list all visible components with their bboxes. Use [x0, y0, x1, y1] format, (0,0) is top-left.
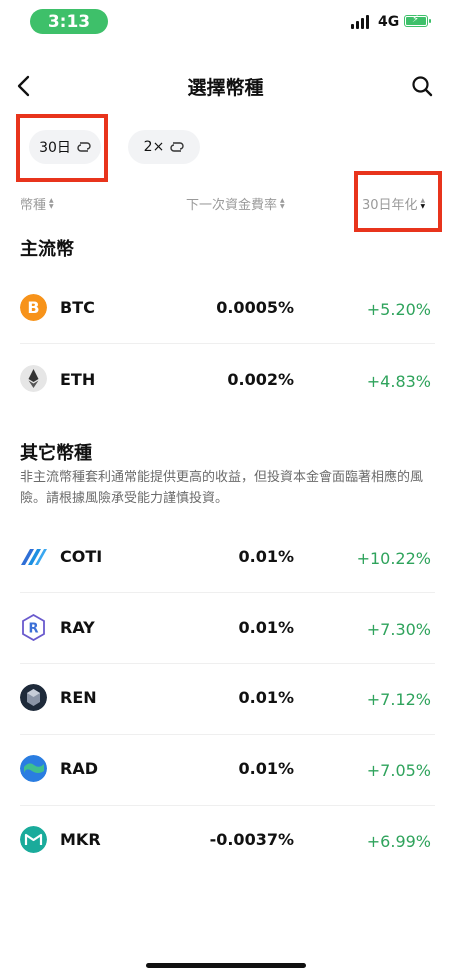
leverage-chip-label: 2× [143, 139, 165, 155]
page-title: 選擇幣種 [187, 77, 264, 99]
ren-icon [20, 684, 47, 711]
search-icon[interactable] [410, 74, 434, 98]
maker-icon [20, 826, 47, 853]
status-time: 3:13 [30, 9, 108, 34]
annualized-return: +5.20% [366, 300, 431, 319]
column-header-next-rate-label: 下一次資金費率 [186, 198, 278, 213]
leverage-chip[interactable]: 2× [128, 130, 200, 164]
coin-row-coti[interactable]: COTI 0.01% +10.22% [0, 521, 451, 592]
highlight-box-period [16, 114, 108, 182]
funding-rate: 0.01% [238, 688, 294, 707]
battery-icon: ⚡ [404, 14, 431, 27]
raydium-icon: R [22, 614, 45, 641]
svg-text:B: B [27, 298, 39, 317]
coin-symbol: RAY [60, 618, 95, 637]
risk-note: 非主流幣種套利通常能提供更高的收益，但投資本金會面臨著相應的風險。請根據風險承受… [20, 470, 424, 506]
column-header-coin[interactable]: 幣種 ▲ ▼ [20, 194, 54, 213]
coti-icon [21, 549, 47, 565]
column-header-coin-label: 幣種 [20, 198, 47, 213]
annualized-return: +6.99% [366, 832, 431, 851]
coin-symbol: COTI [60, 547, 103, 566]
section-title-main: 主流幣 [20, 239, 74, 260]
coin-symbol: REN [60, 688, 97, 707]
svg-text:R: R [28, 622, 38, 637]
radicle-icon [20, 755, 47, 782]
column-header-next-rate[interactable]: 下一次資金費率 ▲ ▼ [186, 194, 285, 213]
home-indicator[interactable] [146, 963, 306, 968]
ethereum-icon [20, 365, 47, 392]
loop-icon [170, 142, 184, 152]
annualized-return: +7.30% [366, 620, 431, 639]
coin-symbol: BTC [60, 298, 95, 317]
funding-rate: 0.01% [238, 759, 294, 778]
highlight-box-annualized [354, 171, 442, 232]
coin-row-ren[interactable]: REN 0.01% +7.12% [0, 663, 451, 734]
coin-row-mkr[interactable]: MKR -0.0037% +6.99% [0, 805, 451, 876]
annualized-return: +7.12% [366, 690, 431, 709]
annualized-return: +4.83% [366, 372, 431, 391]
coin-symbol: ETH [60, 370, 96, 389]
section-title-other: 其它幣種 [20, 443, 92, 464]
funding-rate: 0.01% [238, 618, 294, 637]
coin-row-eth[interactable]: ETH 0.002% +4.83% [0, 343, 451, 414]
coin-row-ray[interactable]: R RAY 0.01% +7.30% [0, 592, 451, 663]
sort-icon: ▲ ▼ [49, 196, 54, 210]
annualized-return: +7.05% [366, 761, 431, 780]
coin-row-btc[interactable]: B BTC 0.0005% +5.20% [0, 272, 451, 343]
funding-rate: 0.002% [227, 370, 294, 389]
sort-icon: ▲ ▼ [280, 196, 285, 210]
funding-rate: 0.01% [238, 547, 294, 566]
coin-row-rad[interactable]: RAD 0.01% +7.05% [0, 734, 451, 805]
signal-icon [351, 15, 369, 29]
coin-symbol: RAD [60, 759, 98, 778]
bitcoin-icon: B [20, 294, 47, 321]
annualized-return: +10.22% [356, 549, 431, 568]
coin-symbol: MKR [60, 830, 101, 849]
network-label: 4G [378, 14, 400, 30]
funding-rate: 0.0005% [216, 298, 294, 317]
funding-rate: -0.0037% [209, 830, 294, 849]
